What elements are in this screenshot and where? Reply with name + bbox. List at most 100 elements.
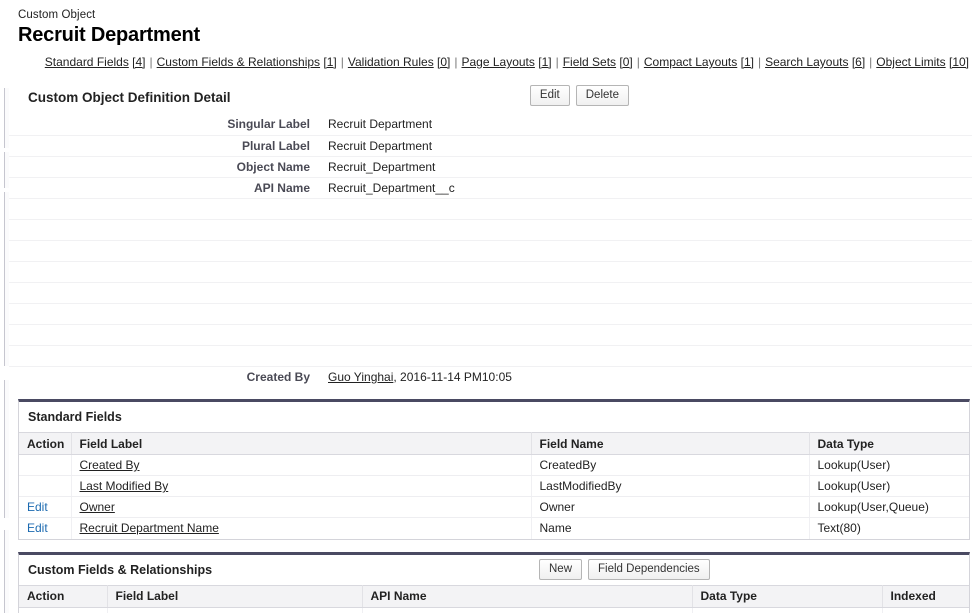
linkbar-count[interactable]: [0] xyxy=(437,55,450,69)
linkbar-count[interactable]: [1] xyxy=(323,55,336,69)
linkbar-item-standard-fields[interactable]: Standard Fields xyxy=(45,55,129,69)
cell-field-label: Owner xyxy=(71,496,532,518)
linkbar-count[interactable]: [4] xyxy=(132,55,145,69)
standard-fields-title: Standard Fields xyxy=(28,410,122,424)
cell-action: Edit|Del xyxy=(19,607,108,613)
detail-row-empty xyxy=(9,303,972,325)
detail-value-empty xyxy=(319,198,972,220)
cell-field-label: Recruit Department Name xyxy=(71,517,532,539)
linkbar-item-page-layouts[interactable]: Page Layouts xyxy=(462,55,535,69)
table-row: Created By CreatedBy Lookup(User) xyxy=(19,454,969,476)
salesforce-custom-object-page: Custom Object Recruit Department Standar… xyxy=(0,0,972,613)
cell-data-type: Lookup(User) xyxy=(809,475,969,497)
linkbar-separator: | xyxy=(340,55,344,69)
detail-button-row: Edit Delete xyxy=(529,85,629,106)
detail-label-empty xyxy=(9,219,319,241)
detail-row: Plural Label Recruit Department xyxy=(9,135,972,157)
detail-label: Plural Label xyxy=(9,135,319,157)
linkbar-separator: | xyxy=(149,55,153,69)
detail-label-empty xyxy=(9,240,319,262)
linkbar-item-object-limits[interactable]: Object Limits xyxy=(876,55,945,69)
linkbar-separator: | xyxy=(757,55,762,69)
detail-value-empty xyxy=(319,303,972,325)
cell-field-label: Created By xyxy=(71,454,532,476)
edit-link[interactable]: Edit xyxy=(27,521,48,535)
detail-label-empty xyxy=(9,282,319,304)
detail-row-empty xyxy=(9,219,972,241)
linkbar-item-custom-fields-relationships[interactable]: Custom Fields & Relationships xyxy=(157,55,320,69)
cell-field-label: Department Leader xyxy=(107,607,363,613)
detail-label: Singular Label xyxy=(9,114,319,136)
detail-label-empty xyxy=(9,198,319,220)
detail-row-empty xyxy=(9,240,972,262)
cell-field-name: Name xyxy=(531,517,810,539)
linkbar-item-compact-layouts[interactable]: Compact Layouts xyxy=(644,55,737,69)
created-by-user-link[interactable]: Guo Yinghai xyxy=(328,370,393,384)
detail-value: Recruit_Department xyxy=(319,156,972,178)
cell-field-name: Owner xyxy=(531,496,810,518)
linkbar-count[interactable]: [1] xyxy=(538,55,551,69)
field-label-link[interactable]: Recruit Department Name xyxy=(80,521,219,535)
linkbar-item-search-layouts[interactable]: Search Layouts xyxy=(765,55,848,69)
column-header-action: Action xyxy=(19,432,72,455)
created-by-value: Guo Yinghai, 2016-11-14 PM10:05 xyxy=(319,366,972,387)
custom-fields-header-row: Action Field Label API Name Data Type In… xyxy=(19,584,969,608)
cell-action xyxy=(19,475,72,497)
detail-value-empty xyxy=(319,282,972,304)
linkbar-count[interactable]: [0] xyxy=(619,55,632,69)
cell-api-name: Department_Leader__c xyxy=(362,607,693,613)
linkbar-separator: | xyxy=(869,55,873,69)
detail-label-empty xyxy=(9,261,319,283)
detail-row-empty xyxy=(9,345,972,367)
custom-fields-panel: Custom Fields & Relationships New Field … xyxy=(18,551,970,613)
new-button[interactable]: New xyxy=(539,558,583,580)
detail-label: Object Name xyxy=(9,156,319,178)
linkbar-count[interactable]: [6] xyxy=(852,55,865,69)
detail-value-empty xyxy=(319,345,972,367)
standard-fields-header: Standard Fields xyxy=(19,402,969,432)
table-row: Edit Owner Owner Lookup(User,Queue) xyxy=(19,496,969,518)
edit-button[interactable]: Edit xyxy=(529,85,570,106)
linkbar-item-validation-rules[interactable]: Validation Rules xyxy=(348,55,434,69)
cell-data-type: Lookup(User,Queue) xyxy=(809,496,969,518)
linkbar-separator: | xyxy=(454,55,458,69)
standard-fields-header-row: Action Field Label Field Name Data Type xyxy=(19,432,969,455)
custom-fields-button-row: New Field Dependencies xyxy=(539,558,710,580)
custom-fields-header: Custom Fields & Relationships New Field … xyxy=(19,554,969,585)
detail-value-empty xyxy=(319,240,972,262)
column-header-indexed: Indexed xyxy=(882,584,969,608)
detail-row: API Name Recruit_Department__c xyxy=(9,177,972,199)
linkbar-separator: | xyxy=(636,55,640,69)
field-dependencies-button[interactable]: Field Dependencies xyxy=(588,558,710,580)
linkbar-count[interactable]: [10] xyxy=(949,55,969,69)
standard-fields-table: Action Field Label Field Name Data Type … xyxy=(19,432,969,539)
detail-title: Custom Object Definition Detail xyxy=(28,90,231,105)
table-row: Last Modified By LastModifiedBy Lookup(Use… xyxy=(19,475,969,497)
linkbar-count[interactable]: [1] xyxy=(741,55,754,69)
detail-value: Recruit Department xyxy=(319,135,972,157)
delete-button[interactable]: Delete xyxy=(575,85,629,106)
table-row: Edit|DelDepartment LeaderDepartment_Lead… xyxy=(19,607,969,613)
cell-field-name: LastModifiedBy xyxy=(531,475,810,497)
detail-header: Custom Object Definition Detail Edit Del… xyxy=(9,81,972,114)
page-header: Custom Object Recruit Department xyxy=(9,0,972,48)
field-label-link[interactable]: Created By xyxy=(80,458,140,472)
detail-row: Singular Label Recruit Department xyxy=(9,114,972,136)
detail-row-empty xyxy=(9,282,972,304)
custom-fields-title: Custom Fields & Relationships xyxy=(28,562,213,577)
detail-label-empty xyxy=(9,345,319,367)
field-label-link[interactable]: Last Modified By xyxy=(80,479,169,493)
detail-value-empty xyxy=(319,219,972,241)
detail-value: Recruit Department xyxy=(319,114,972,136)
page-kicker: Custom Object xyxy=(18,9,96,21)
column-header-field-label: Field Label xyxy=(107,584,363,608)
standard-fields-panel: Standard Fields Action Field Label Field… xyxy=(18,399,970,540)
field-label-link[interactable]: Owner xyxy=(80,500,115,514)
detail-row-empty xyxy=(9,324,972,346)
detail-value-empty xyxy=(319,324,972,346)
column-header-field-name: Field Name xyxy=(531,432,810,455)
detail-row-empty xyxy=(9,198,972,220)
edit-link[interactable]: Edit xyxy=(27,500,48,514)
linkbar-item-field-sets[interactable]: Field Sets xyxy=(563,55,616,69)
cell-field-label: Last Modified By xyxy=(71,475,532,497)
